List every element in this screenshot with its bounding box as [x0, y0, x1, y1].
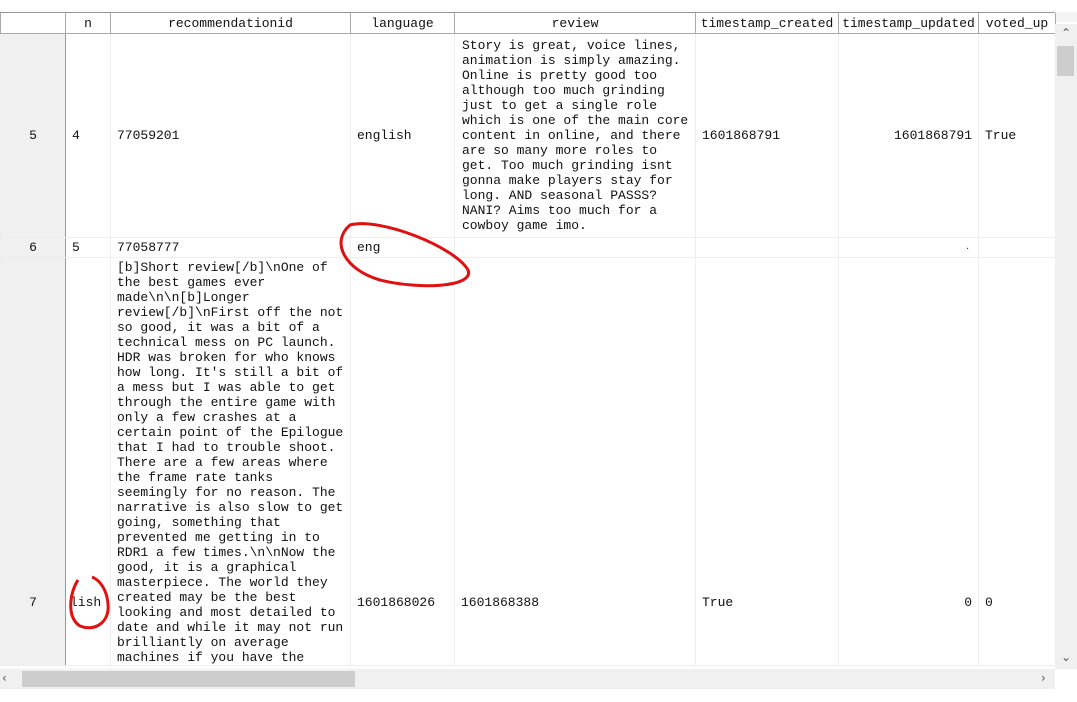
scroll-right-icon[interactable]: ›	[1041, 671, 1046, 685]
cell-review[interactable]: 1601868388	[454, 257, 696, 666]
horizontal-scrollbar[interactable]: ‹ ›	[0, 669, 1055, 689]
vertical-scroll-thumb[interactable]	[1057, 46, 1074, 76]
cell-recommendationid[interactable]: [b]Short review[/b]\nOne of the best gam…	[110, 257, 351, 666]
table-row: 6 5 77058777 eng .	[0, 237, 1056, 258]
scroll-up-icon[interactable]: ⌃	[1061, 26, 1071, 40]
cell-timestamp-created[interactable]: True	[695, 257, 839, 666]
row-index[interactable]: 6	[0, 237, 66, 258]
cell-language[interactable]: english	[350, 33, 455, 238]
cell-n[interactable]: 5	[65, 237, 111, 258]
header-timestamp-updated[interactable]: timestamp_updated	[838, 13, 979, 34]
cell-review[interactable]	[454, 237, 696, 258]
cell-n[interactable]: 4	[65, 33, 111, 238]
header-language[interactable]: language	[350, 13, 455, 34]
scroll-left-icon[interactable]: ‹	[2, 671, 7, 685]
row-index[interactable]: 5	[0, 33, 66, 238]
header-review[interactable]: review	[454, 13, 696, 34]
cell-timestamp-updated[interactable]: .	[838, 237, 979, 258]
cell-review[interactable]: Story is great, voice lines, animation i…	[454, 33, 696, 238]
cell-voted-up[interactable]: True	[978, 33, 1056, 238]
table-row: 7 lish [b]Short review[/b]\nOne of the b…	[0, 257, 1056, 666]
cell-n[interactable]: lish	[65, 257, 111, 666]
cell-language[interactable]: 1601868026	[350, 257, 455, 666]
header-index[interactable]	[0, 13, 66, 34]
cell-recommendationid[interactable]: 77058777	[110, 237, 351, 258]
row-index[interactable]: 7	[0, 257, 66, 666]
header-row: n recommendationid language review times…	[0, 13, 1056, 34]
cell-timestamp-updated[interactable]: 1601868791	[838, 33, 979, 238]
cell-timestamp-created[interactable]	[695, 237, 839, 258]
header-n[interactable]: n	[65, 13, 111, 34]
cell-timestamp-updated[interactable]: 0	[838, 257, 979, 666]
cell-voted-up[interactable]: 0	[978, 257, 1056, 666]
horizontal-scroll-thumb[interactable]	[22, 671, 355, 687]
scroll-down-icon[interactable]: ⌄	[1061, 650, 1071, 664]
header-timestamp-created[interactable]: timestamp_created	[695, 13, 839, 34]
header-voted-up[interactable]: voted_up	[978, 13, 1056, 34]
cell-timestamp-created[interactable]: 1601868791	[695, 33, 839, 238]
cell-voted-up[interactable]	[978, 237, 1056, 258]
cell-recommendationid[interactable]: 77059201	[110, 33, 351, 238]
vertical-scrollbar[interactable]: ⌃ ⌄	[1055, 24, 1077, 669]
header-recommendationid[interactable]: recommendationid	[110, 13, 351, 34]
data-grid: n recommendationid language review times…	[0, 12, 1056, 666]
table-row: 5 4 77059201 english Story is great, voi…	[0, 33, 1056, 238]
cell-language[interactable]: eng	[350, 237, 455, 258]
